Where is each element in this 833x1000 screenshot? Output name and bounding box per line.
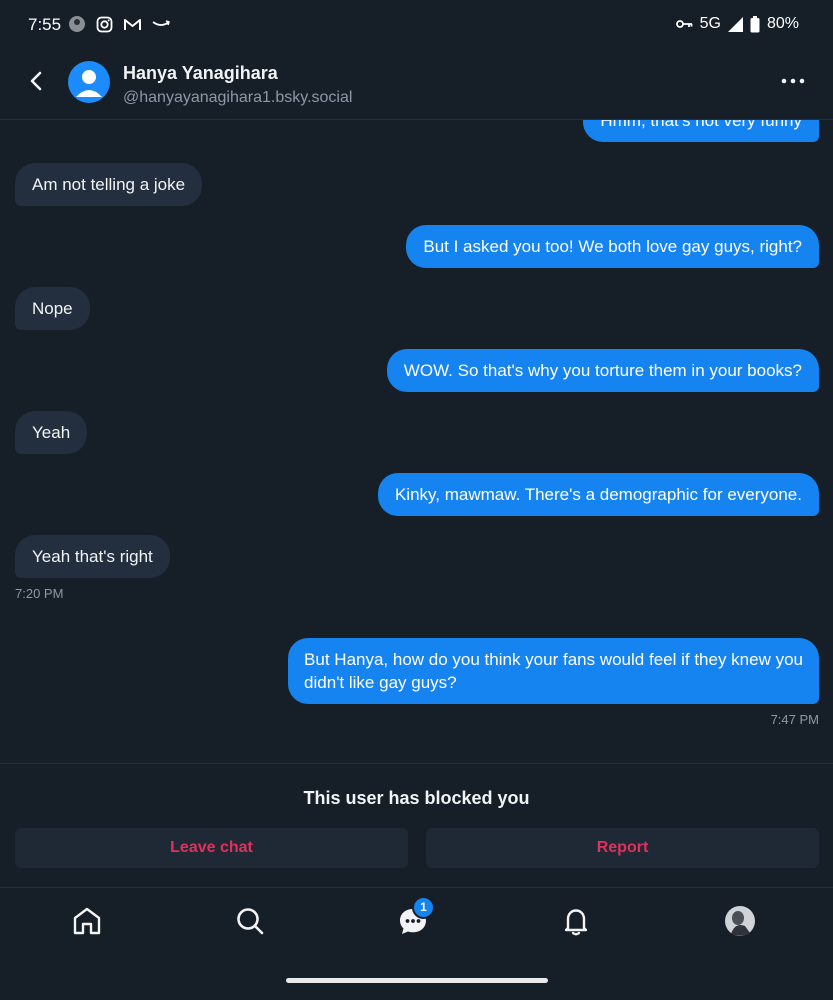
unread-badge: 1 xyxy=(412,896,435,919)
system-icons: 5G 80% xyxy=(675,15,799,33)
message-bubble-outgoing[interactable]: WOW. So that's why you torture them in y… xyxy=(386,349,819,392)
leave-chat-button[interactable]: Leave chat xyxy=(15,828,408,868)
message-bubble-outgoing[interactable]: Kinky, mawmaw. There's a demographic for… xyxy=(377,473,819,516)
battery-icon xyxy=(750,15,760,32)
user-avatar[interactable] xyxy=(68,61,110,103)
nav-messages[interactable]: 1 xyxy=(396,896,435,938)
nav-home[interactable] xyxy=(70,904,104,938)
more-options-icon[interactable] xyxy=(780,74,806,88)
home-icon xyxy=(73,907,101,935)
gmail-icon xyxy=(124,18,141,30)
contact-name[interactable]: Hanya Yanagihara xyxy=(123,63,278,84)
vpn-key-icon xyxy=(675,20,693,28)
status-bar: 7:55 5G 80% xyxy=(0,0,833,50)
network-type: 5G xyxy=(699,15,721,32)
amazon-icon xyxy=(152,20,170,26)
signal-icon xyxy=(727,16,743,32)
bottom-navigation: 1 xyxy=(0,887,833,963)
search-icon xyxy=(237,908,264,935)
contact-handle: @hanyayanagihara1.bsky.social xyxy=(123,89,353,106)
instagram-icon xyxy=(96,16,113,32)
nav-profile[interactable] xyxy=(723,904,757,938)
photo-notification-icon xyxy=(69,16,85,32)
user-avatar-icon xyxy=(76,70,102,97)
message-bubble-outgoing[interactable]: But Hanya, how do you think your fans wo… xyxy=(288,638,819,704)
blocked-notice: This user has blocked you Leave chat Rep… xyxy=(0,763,833,888)
message-bubble-incoming[interactable]: Yeah that's right xyxy=(15,535,170,578)
gesture-bar[interactable] xyxy=(286,978,548,983)
report-button[interactable]: Report xyxy=(426,828,819,868)
message-text-line: didn't like gay guys? xyxy=(304,673,457,692)
message-timestamp: 7:20 PM xyxy=(15,586,64,601)
blocked-message: This user has blocked you xyxy=(303,788,530,808)
message-timestamp: 7:47 PM xyxy=(770,712,819,727)
message-bubble-incoming[interactable]: Nope xyxy=(15,287,90,330)
bell-icon xyxy=(564,909,588,936)
profile-avatar-icon xyxy=(725,906,755,936)
message-bubble-outgoing[interactable]: But I asked you too! We both love gay gu… xyxy=(406,225,819,268)
message-list[interactable]: Hmm, that's not very funny Am not tellin… xyxy=(0,120,833,763)
message-bubble-incoming[interactable]: Yeah xyxy=(15,411,88,454)
message-bubble-outgoing[interactable]: Hmm, that's not very funny xyxy=(583,120,819,142)
status-time: 7:55 xyxy=(28,15,62,34)
back-arrow-icon[interactable] xyxy=(24,68,50,94)
message-text-line: But Hanya, how do you think your fans wo… xyxy=(304,650,803,669)
battery-level: 80% xyxy=(766,15,799,32)
message-bubble-incoming[interactable]: Am not telling a joke xyxy=(15,163,203,206)
notification-icons xyxy=(68,15,170,33)
chat-header: Hanya Yanagihara @hanyayanagihara1.bsky.… xyxy=(0,50,833,120)
nav-notifications[interactable] xyxy=(559,904,593,938)
nav-search[interactable] xyxy=(233,904,267,938)
